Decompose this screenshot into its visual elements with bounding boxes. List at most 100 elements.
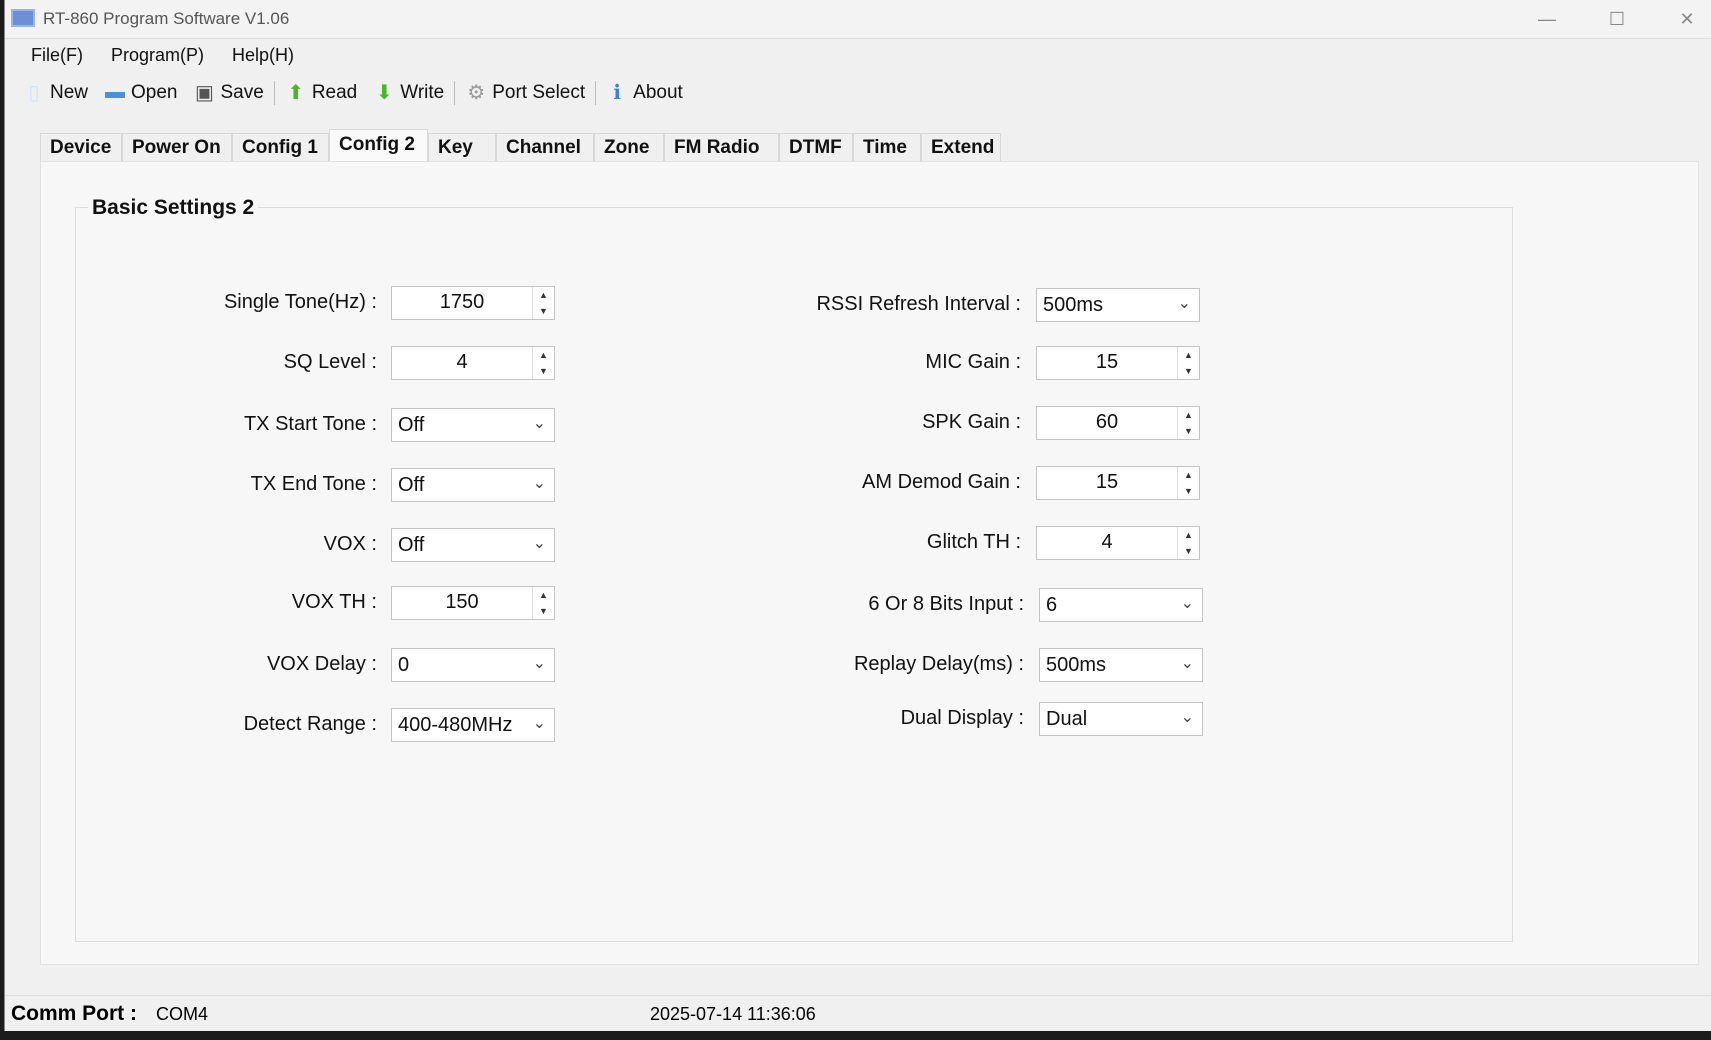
tab-strip: Device Power On Config 1 Config 2 Key Channel… <box>40 129 1001 161</box>
spk-gain-spinner[interactable]: 60 ▲ ▼ <box>1036 406 1200 440</box>
field-value: 6 <box>1046 594 1058 616</box>
spin-up-icon[interactable]: ▲ <box>533 347 554 363</box>
spin-up-icon[interactable]: ▲ <box>533 287 554 303</box>
tab-config-1[interactable]: Config 1 <box>232 133 329 161</box>
tx-end-tone-dropdown[interactable]: Off ⌄ <box>391 468 555 502</box>
maximize-button[interactable]: ☐ <box>1587 4 1647 34</box>
tab-extend[interactable]: Extend <box>921 133 1001 161</box>
window-title: RT-860 Program Software V1.06 <box>43 9 290 28</box>
status-bar: Comm Port : COM4 2025-07-14 11:36:06 <box>5 995 1711 1031</box>
field-value: 60 <box>1095 411 1119 433</box>
am-demod-gain-spinner[interactable]: 15 ▲ ▼ <box>1036 466 1200 500</box>
right-field-label: SPK Gain : <box>922 411 1021 433</box>
detect-range-dropdown[interactable]: 400-480MHz ⌄ <box>391 708 555 742</box>
left-field-label: Single Tone(Hz) : <box>223 291 377 313</box>
sq-level-spinner[interactable]: 4 ▲ ▼ <box>391 346 555 380</box>
menu-program[interactable]: Program(P) <box>111 45 204 66</box>
toolbar-write-button[interactable]: ⬇ Write <box>365 80 452 105</box>
toolbar-label: Port Select <box>492 81 586 103</box>
field-value: 0 <box>398 654 410 676</box>
chevron-down-icon[interactable]: ⌄ <box>533 653 546 673</box>
toolbar-read-button[interactable]: ⬆ Read <box>277 80 365 105</box>
toolbar-open-button[interactable]: ▬ Open <box>96 81 185 104</box>
toolbar-label: About <box>633 81 683 103</box>
tab-device[interactable]: Device <box>40 133 122 161</box>
arrow-down-icon: ⬇ <box>375 82 393 104</box>
gear-icon: ⚙ <box>467 82 486 104</box>
title-bar: RT-860 Program Software V1.06 — ☐ ✕ <box>5 0 1711 39</box>
spin-up-icon[interactable]: ▲ <box>1178 527 1199 543</box>
chevron-down-icon[interactable]: ⌄ <box>1181 593 1194 613</box>
toolbar-label: New <box>50 81 89 103</box>
field-value: Off <box>398 414 425 436</box>
tab-channel[interactable]: Channel <box>496 133 594 161</box>
field-value: 500ms <box>1046 654 1107 676</box>
spin-up-icon[interactable]: ▲ <box>1178 407 1199 423</box>
toolbar-about-button[interactable]: ℹ About <box>598 80 691 105</box>
dual-display-dropdown[interactable]: Dual ⌄ <box>1039 702 1203 736</box>
spin-buttons: ▲ ▼ <box>1177 527 1199 559</box>
menu-bar: File(F) Program(P) Help(H) <box>31 45 294 66</box>
toolbar-label: Save <box>220 81 264 103</box>
replay-delay-ms-dropdown[interactable]: 500ms ⌄ <box>1039 648 1203 682</box>
toolbar-port-select-button[interactable]: ⚙ Port Select <box>457 80 593 105</box>
6-or-8-bits-input-dropdown[interactable]: 6 ⌄ <box>1039 588 1203 622</box>
right-field-label: AM Demod Gain : <box>862 471 1021 493</box>
field-value: 1750 <box>439 291 485 313</box>
chevron-down-icon[interactable]: ⌄ <box>1178 293 1191 313</box>
chevron-down-icon[interactable]: ⌄ <box>533 533 546 553</box>
left-field-label: VOX TH : <box>291 591 377 613</box>
tab-power-on[interactable]: Power On <box>122 133 232 161</box>
close-button[interactable]: ✕ <box>1657 4 1711 34</box>
field-value: 4 <box>456 351 468 373</box>
tab-time[interactable]: Time <box>853 133 921 161</box>
toolbar-label: Read <box>311 81 358 103</box>
left-field-label: TX Start Tone : <box>243 413 377 435</box>
field-value: 500ms <box>1043 294 1104 316</box>
tab-config-2[interactable]: Config 2 <box>329 129 428 161</box>
spin-buttons: ▲ ▼ <box>532 587 554 619</box>
spin-buttons: ▲ ▼ <box>1177 467 1199 499</box>
spin-up-icon[interactable]: ▲ <box>1178 347 1199 363</box>
left-field-label: SQ Level : <box>283 351 377 373</box>
chevron-down-icon[interactable]: ⌄ <box>533 413 546 433</box>
tab-dtmf[interactable]: DTMF <box>779 133 853 161</box>
save-icon: ▣ <box>195 82 214 104</box>
menu-file[interactable]: File(F) <box>31 45 83 66</box>
chevron-down-icon[interactable]: ⌄ <box>1181 653 1194 673</box>
spin-down-icon[interactable]: ▼ <box>1178 483 1199 499</box>
menu-help[interactable]: Help(H) <box>232 45 294 66</box>
vox-dropdown[interactable]: Off ⌄ <box>391 528 555 562</box>
vox-delay-dropdown[interactable]: 0 ⌄ <box>391 648 555 682</box>
spin-buttons: ▲ ▼ <box>532 287 554 319</box>
right-field-label: MIC Gain : <box>925 351 1021 373</box>
spin-down-icon[interactable]: ▼ <box>1178 363 1199 379</box>
glitch-th-spinner[interactable]: 4 ▲ ▼ <box>1036 526 1200 560</box>
rssi-refresh-interval-dropdown[interactable]: 500ms ⌄ <box>1036 288 1200 322</box>
toolbar-new-button[interactable]: ▯ New <box>15 80 96 105</box>
spin-up-icon[interactable]: ▲ <box>1178 467 1199 483</box>
tab-fm-radio[interactable]: FM Radio <box>664 133 779 161</box>
toolbar-separator <box>595 80 597 105</box>
toolbar-save-button[interactable]: ▣ Save <box>186 80 272 105</box>
info-icon: ℹ <box>613 82 621 104</box>
status-datetime: 2025-07-14 11:36:06 <box>650 1004 816 1024</box>
spin-down-icon[interactable]: ▼ <box>533 303 554 319</box>
tab-zone[interactable]: Zone <box>594 133 664 161</box>
mic-gain-spinner[interactable]: 15 ▲ ▼ <box>1036 346 1200 380</box>
tab-key[interactable]: Key <box>428 133 496 161</box>
chevron-down-icon[interactable]: ⌄ <box>1181 707 1194 727</box>
tx-start-tone-dropdown[interactable]: Off ⌄ <box>391 408 555 442</box>
spin-down-icon[interactable]: ▼ <box>1178 423 1199 439</box>
spin-buttons: ▲ ▼ <box>1177 347 1199 379</box>
left-field-label: TX End Tone : <box>250 473 377 495</box>
spin-down-icon[interactable]: ▼ <box>1178 543 1199 559</box>
single-tone-hz-spinner[interactable]: 1750 ▲ ▼ <box>391 286 555 320</box>
chevron-down-icon[interactable]: ⌄ <box>533 713 546 733</box>
minimize-button[interactable]: — <box>1517 4 1577 34</box>
chevron-down-icon[interactable]: ⌄ <box>533 473 546 493</box>
spin-down-icon[interactable]: ▼ <box>533 603 554 619</box>
spin-down-icon[interactable]: ▼ <box>533 363 554 379</box>
vox-th-spinner[interactable]: 150 ▲ ▼ <box>391 586 555 620</box>
spin-up-icon[interactable]: ▲ <box>533 587 554 603</box>
